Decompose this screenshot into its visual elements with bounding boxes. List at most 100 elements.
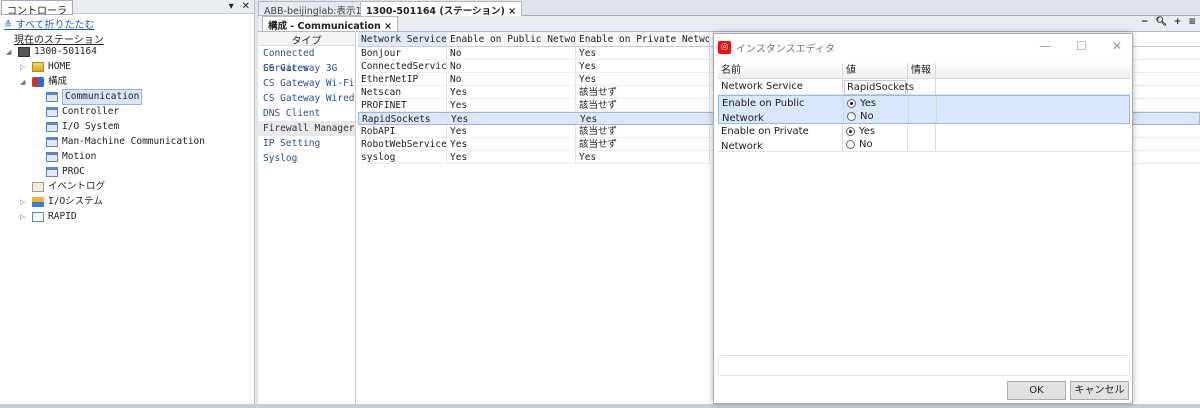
column-private[interactable]: Enable on Private Network bbox=[576, 32, 710, 46]
header-info: 情報 bbox=[908, 63, 936, 78]
table-cell: PROFINET bbox=[358, 99, 447, 111]
table-cell: No bbox=[447, 47, 576, 59]
table-cell: RobAPI bbox=[358, 125, 447, 137]
grid-icon bbox=[46, 137, 58, 147]
type-list: タイプ Connected Services CS Gateway 3G CS Ga… bbox=[258, 32, 356, 404]
tree-node[interactable]: Man-Machine Communication bbox=[34, 135, 205, 149]
public-yes-radio[interactable]: Yes bbox=[847, 97, 908, 110]
tree-node-label: イベントログ bbox=[48, 181, 106, 192]
rapid-icon bbox=[32, 212, 44, 222]
tab-controller[interactable]: コントローラ bbox=[1, 0, 73, 17]
folder-icon bbox=[32, 62, 44, 72]
table-cell: RobotWebServices bbox=[358, 138, 447, 150]
grid-icon bbox=[46, 107, 58, 117]
property-name: Enable on Private Network bbox=[718, 124, 843, 152]
tree-node[interactable]: ◢ 構成 bbox=[20, 75, 67, 89]
header-name: 名前 bbox=[718, 63, 843, 78]
minus-icon[interactable]: − bbox=[1141, 17, 1149, 27]
table-cell: Yes bbox=[447, 99, 576, 111]
tree-node-label: HOME bbox=[48, 61, 71, 72]
tree-node-label: PROC bbox=[62, 166, 85, 177]
type-item[interactable]: IP Setting bbox=[258, 136, 355, 151]
search-icon[interactable]: 🔍︎ bbox=[1155, 17, 1166, 27]
instance-editor-dialog: ◎ インスタンスエディタ — ☐ ✕ 名前 値 情報 Network Service … bbox=[713, 33, 1133, 404]
property-name: Network Service bbox=[718, 79, 843, 94]
column-network-service[interactable]: Network Service bbox=[358, 32, 447, 46]
minimize-button[interactable]: — bbox=[1039, 39, 1051, 53]
type-item[interactable]: DNS Client bbox=[258, 106, 355, 121]
tree-node-label: 1300-501164 bbox=[34, 46, 97, 57]
menu-icon[interactable]: ≡ bbox=[1188, 17, 1196, 27]
type-item[interactable]: Syslog bbox=[258, 151, 355, 166]
table-cell: Yes bbox=[447, 125, 576, 137]
table-cell: Yes bbox=[576, 47, 710, 59]
io-icon bbox=[32, 197, 44, 207]
table-cell: Yes bbox=[576, 60, 710, 72]
table-cell: EtherNetIP bbox=[358, 73, 447, 85]
table-cell: Yes bbox=[576, 73, 710, 85]
expander-icon[interactable]: ◢ bbox=[6, 45, 14, 59]
table-cell: Yes bbox=[577, 113, 711, 124]
column-public[interactable]: Enable on Public Network bbox=[447, 32, 576, 46]
property-row: Network Service RapidSockets bbox=[718, 79, 1130, 95]
table-cell: Yes bbox=[448, 113, 577, 124]
config-icon bbox=[32, 77, 44, 87]
controller-icon bbox=[18, 47, 30, 57]
type-item[interactable]: CS Gateway Wi-Fi bbox=[258, 76, 355, 91]
type-item[interactable]: Connected Services bbox=[258, 46, 355, 74]
table-cell: Netscan bbox=[358, 86, 447, 98]
type-item[interactable]: Firewall Manager bbox=[258, 121, 355, 136]
close-icon[interactable]: ✕ bbox=[242, 1, 250, 12]
tree-node[interactable]: イベントログ bbox=[20, 180, 105, 194]
cancel-button[interactable]: キャンセル bbox=[1070, 381, 1129, 400]
table-cell: 該当せず bbox=[576, 99, 710, 111]
table-cell: Bonjour bbox=[358, 47, 447, 59]
tree-node[interactable]: I/O System bbox=[34, 120, 119, 134]
collapse-all-link[interactable]: ≛ すべて折りたたむ bbox=[4, 16, 94, 31]
property-row: Enable on Private Network Yes No bbox=[718, 124, 1130, 152]
current-station-label: 現在のステーション bbox=[14, 35, 104, 46]
tree-node[interactable]: Controller bbox=[34, 105, 119, 119]
app-icon: ◎ bbox=[718, 40, 731, 54]
close-icon[interactable]: × bbox=[384, 21, 392, 32]
expander-icon[interactable]: ▷ bbox=[20, 210, 28, 224]
tree-node[interactable]: ▷ I/Oシステム bbox=[20, 195, 103, 209]
type-item[interactable]: CS Gateway Wired bbox=[258, 91, 355, 106]
tree-node[interactable]: Motion bbox=[34, 150, 96, 164]
controller-panel: コントローラ ▾ ✕ ≛ すべて折りたたむ 現在のステーション ◢ 1300-501… bbox=[0, 0, 255, 408]
tree-node-label: I/Oシステム bbox=[48, 196, 103, 207]
pin-icon[interactable]: ▾ bbox=[229, 1, 234, 12]
tree-node-label: Controller bbox=[62, 106, 120, 117]
table-cell: No bbox=[447, 60, 576, 72]
tree-node[interactable]: ◢ 1300-501164 bbox=[6, 45, 97, 59]
private-no-radio[interactable]: No bbox=[846, 138, 907, 151]
tree-node[interactable]: ▷ RAPID bbox=[20, 210, 77, 224]
expander-icon[interactable]: ◢ bbox=[20, 75, 28, 89]
close-button[interactable]: ✕ bbox=[1112, 39, 1122, 53]
tree-node-label: Communication bbox=[62, 89, 143, 105]
expander-icon[interactable]: ▷ bbox=[20, 60, 28, 74]
ok-button[interactable]: OK bbox=[1007, 381, 1066, 400]
tree-node[interactable]: ▷ HOME bbox=[20, 60, 71, 74]
grid-icon bbox=[46, 152, 58, 162]
table-cell: Yes bbox=[447, 86, 576, 98]
type-item[interactable]: CS Gateway 3G bbox=[258, 61, 355, 76]
property-row: Enable on Public Network Yes No bbox=[718, 95, 1130, 124]
grid-icon bbox=[46, 92, 58, 102]
doc-tab-station[interactable]: 1300-501164 (ステーション) × bbox=[360, 1, 523, 17]
network-service-field[interactable]: RapidSockets bbox=[844, 80, 914, 95]
public-no-radio[interactable]: No bbox=[847, 110, 908, 123]
plus-icon[interactable]: + bbox=[1174, 17, 1182, 27]
tree-node-label: I/O System bbox=[62, 121, 120, 132]
dialog-title: インスタンスエディタ bbox=[736, 43, 835, 55]
private-yes-radio[interactable]: Yes bbox=[846, 125, 907, 138]
info-box bbox=[718, 355, 1130, 376]
tree-node[interactable]: PROC bbox=[34, 165, 85, 179]
tab-configuration-communication[interactable]: 構成 - Communication × bbox=[262, 16, 399, 32]
maximize-button[interactable]: ☐ bbox=[1076, 39, 1087, 53]
table-cell: 該当せず bbox=[576, 125, 710, 137]
expander-icon[interactable]: ▷ bbox=[20, 195, 28, 209]
tree-node-label: Motion bbox=[62, 151, 97, 162]
doc-tab-view[interactable]: ABB-beijinglab:表示1 bbox=[258, 1, 368, 17]
tree-node[interactable]: Communication bbox=[34, 89, 143, 105]
